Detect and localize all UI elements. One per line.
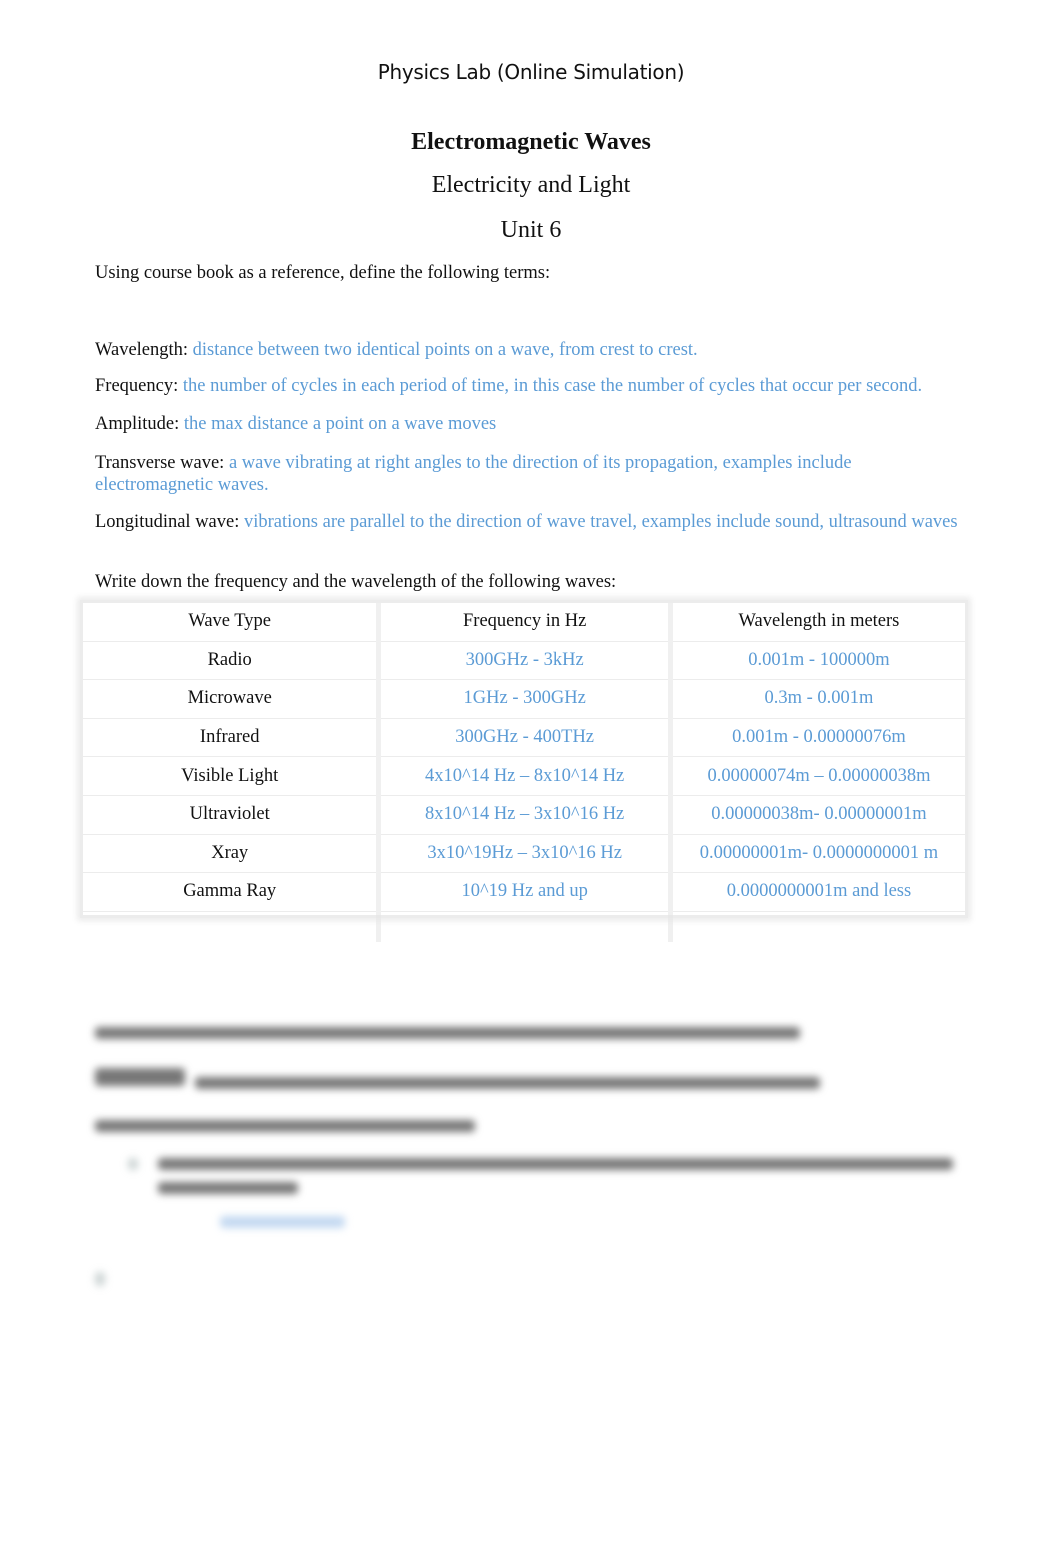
blurred-text-line (158, 1158, 953, 1170)
blurred-list-number (95, 1272, 105, 1286)
blurred-equation (95, 1068, 185, 1086)
blurred-list-number (128, 1158, 138, 1170)
blurred-text-line (195, 1077, 820, 1089)
blurred-text-line (95, 1120, 475, 1132)
document-page: Physics Lab (Online Simulation) Electrom… (0, 0, 1062, 1556)
blurred-text-line (95, 1027, 800, 1039)
blurred-locked-content (0, 0, 1062, 1556)
blurred-answer (220, 1216, 345, 1228)
blurred-text-line (158, 1182, 298, 1194)
